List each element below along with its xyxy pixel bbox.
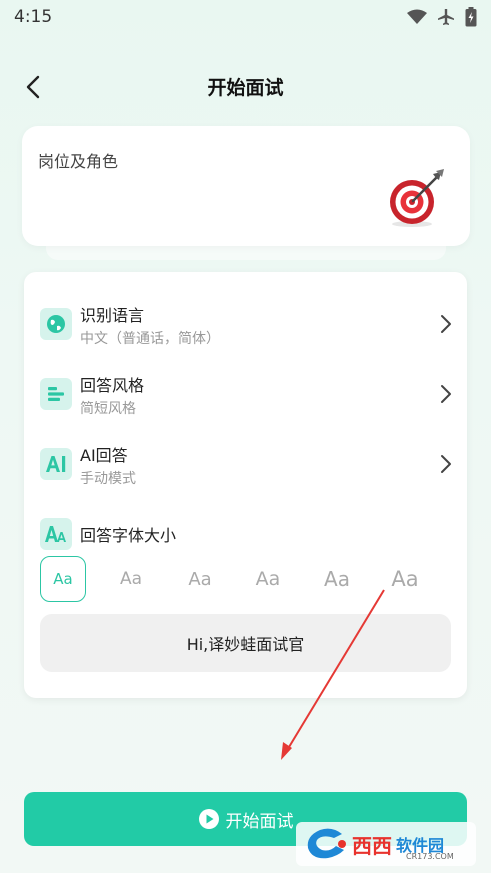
airplane-icon — [438, 9, 454, 25]
setting-row-ai-answer[interactable]: AI回答 手动模式 — [24, 434, 467, 494]
setting-row-answer-style[interactable]: 回答风格 简短风格 — [24, 364, 467, 424]
page-header: 开始面试 — [0, 62, 491, 110]
font-size-option-2[interactable]: Aa — [108, 556, 154, 602]
page-title: 开始面试 — [207, 76, 284, 99]
watermark: 西西 软件园 CR173.COM — [296, 822, 476, 866]
font-size-option-1[interactable]: Aa — [40, 556, 86, 602]
wifi-icon — [407, 9, 427, 24]
watermark-brand: 西西 — [352, 833, 392, 858]
role-label: 岗位及角色 — [38, 152, 119, 171]
watermark-logo-icon — [307, 828, 346, 859]
row-icon-container — [40, 378, 72, 410]
row-icon-container — [40, 308, 72, 340]
status-time: 4:15 — [14, 7, 53, 27]
row-title: AI回答 — [80, 446, 128, 465]
chevron-left-icon — [26, 75, 40, 99]
play-circle-icon — [198, 809, 219, 829]
row-subtitle: 手动模式 — [80, 471, 136, 487]
globe-icon — [47, 315, 65, 333]
setting-row-language[interactable]: 识别语言 中文（普通话，简体） — [24, 294, 467, 354]
font-preview: Hi,译妙蛙面试官 — [40, 614, 451, 672]
settings-card: 识别语言 中文（普通话，简体） 回答风格 简短风格 AI回答 手动模式 回答字体… — [24, 272, 467, 698]
chevron-right-icon — [441, 385, 451, 403]
row-subtitle: 中文（普通话，简体） — [80, 331, 220, 347]
align-left-icon — [48, 387, 64, 401]
font-size-option-4[interactable]: Aa — [245, 556, 291, 602]
back-button[interactable] — [18, 72, 48, 102]
chevron-right-icon — [441, 455, 451, 473]
ai-icon — [46, 456, 66, 472]
font-size-option-5[interactable]: Aa — [314, 556, 360, 602]
status-icons — [407, 7, 477, 27]
row-title: 识别语言 — [80, 306, 145, 325]
chevron-right-icon — [441, 315, 451, 333]
status-bar: 4:15 — [0, 0, 491, 34]
start-button-label: 开始面试 — [225, 811, 294, 832]
row-subtitle: 简短风格 — [80, 401, 136, 417]
font-size-options: Aa Aa Aa Aa Aa Aa — [40, 556, 455, 602]
row-title: 回答字体大小 — [80, 526, 177, 545]
watermark-url: CR173.COM — [406, 852, 454, 861]
role-card[interactable]: 岗位及角色 — [22, 126, 470, 246]
dart-target-icon — [390, 169, 444, 227]
font-size-option-3[interactable]: Aa — [177, 556, 223, 602]
setting-row-font-size: 回答字体大小 — [24, 504, 467, 564]
row-icon-container — [40, 448, 72, 480]
font-size-option-6[interactable]: Aa — [382, 556, 428, 602]
row-title: 回答风格 — [80, 376, 145, 395]
battery-icon — [465, 7, 477, 27]
row-icon-container — [40, 518, 72, 550]
font-size-icon — [45, 526, 66, 542]
